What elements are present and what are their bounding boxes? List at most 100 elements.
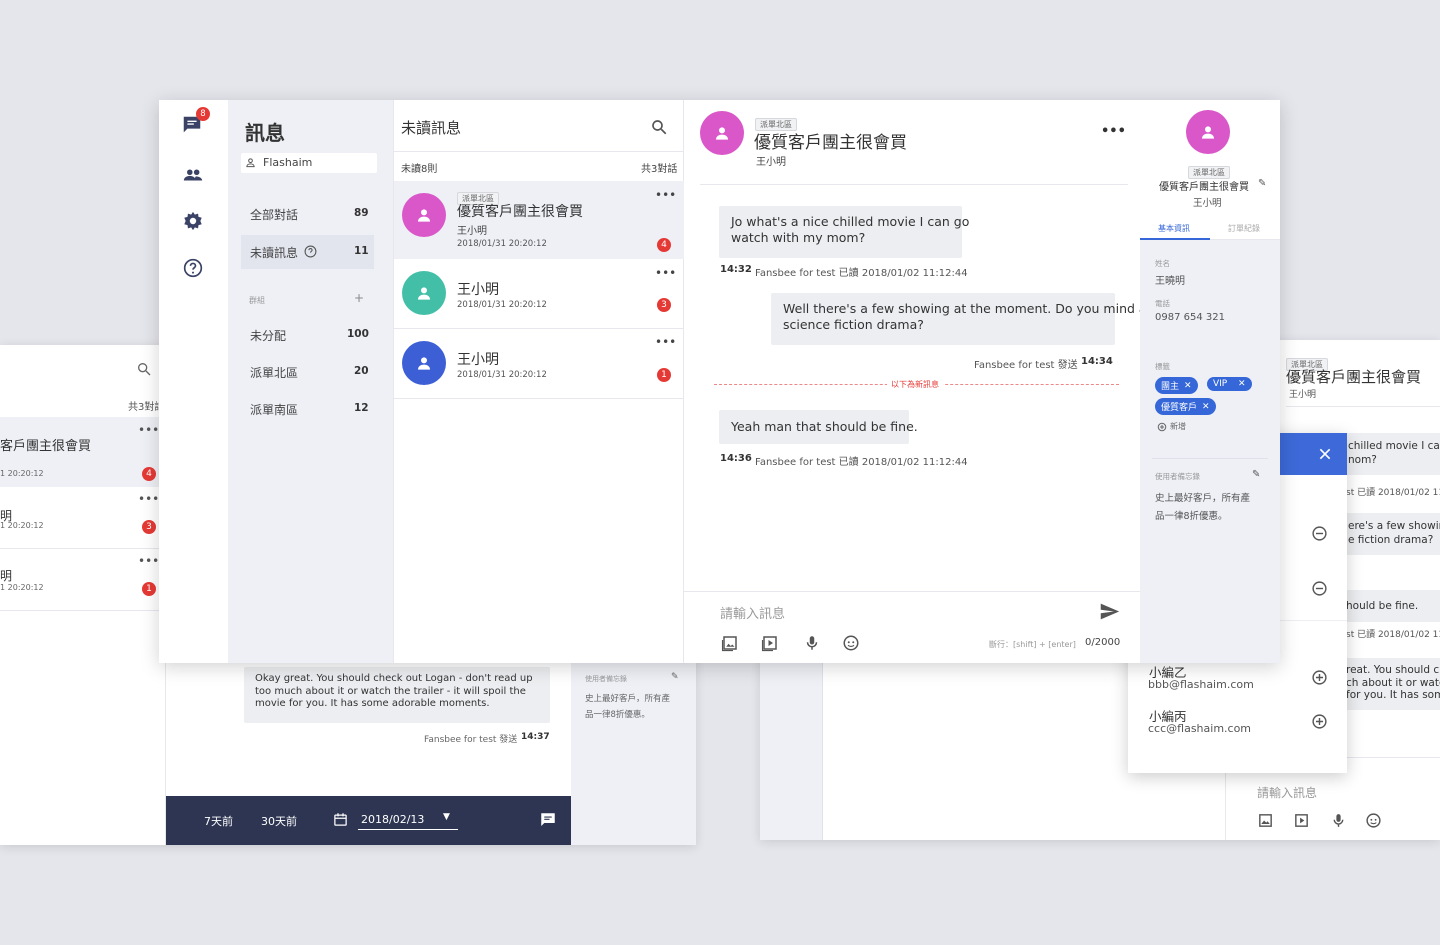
message-line: science fiction drama? <box>783 317 924 332</box>
bg-message-meta: st 已讀 2018/01/02 11 <box>1346 488 1440 498</box>
nav-item-all[interactable]: 全部對話 89 <box>241 195 374 231</box>
tag-chip-label: VIP <box>1213 379 1228 389</box>
tag-chip[interactable]: 優質客戶 ✕ <box>1155 398 1216 415</box>
search-icon[interactable] <box>650 118 668 136</box>
date-picker[interactable]: 2018/02/13 ▼ <box>358 810 458 830</box>
tag-chip[interactable]: 團主 ✕ <box>1155 377 1198 394</box>
help-icon[interactable] <box>183 258 203 278</box>
nav-panel: 訊息 Flashaim 全部對話 89 未讀訊息 11 群組 + 未分配 100… <box>228 100 393 663</box>
new-message-label: 以下為新訊息 <box>887 379 943 390</box>
close-icon[interactable]: ✕ <box>1184 381 1192 391</box>
remove-agent-icon[interactable] <box>1311 525 1328 542</box>
message-meta: Fansbee for test 已讀 2018/01/02 11:12:44 <box>755 268 968 279</box>
bg-item-time: 1 20:20:12 <box>0 583 44 592</box>
list-item-sub: 王小明 <box>457 226 487 237</box>
edit-icon[interactable]: ✎ <box>671 672 679 682</box>
nav-item-label: 派單北區 <box>250 366 299 380</box>
list-item-name: 優質客戶團主很會買 <box>457 204 583 220</box>
nav-group-unassigned[interactable]: 未分配 100 <box>241 320 374 350</box>
calendar-icon[interactable] <box>333 812 348 827</box>
more-icon[interactable]: ••• <box>655 335 676 349</box>
bg-message-input[interactable]: 請輸入訊息 <box>1257 784 1317 801</box>
nav-item-label: 未讀訊息 <box>250 246 299 260</box>
edit-icon[interactable]: ✎ <box>1258 178 1266 189</box>
bg-message-line: hould be fine. <box>1346 600 1419 612</box>
more-icon[interactable]: ••• <box>655 188 676 202</box>
list-item-time: 2018/01/31 20:20:12 <box>457 370 547 380</box>
info-sub: 王小明 <box>1193 198 1222 209</box>
chat-icon[interactable] <box>539 811 557 829</box>
gear-icon[interactable] <box>182 210 204 232</box>
bg-date-bar: 7天前 30天前 2018/02/13 ▼ <box>166 796 571 845</box>
bg-list-panel: 共3對話 客戶團主很會買 1 20:20:12 4 ••• ••• 明 1 20… <box>0 345 166 845</box>
customer-info-panel: 派單北區 優質客戶團主很會買 ✎ 王小明 基本資訊 訂單紀錄 姓名 王曉明 電話… <box>1140 100 1280 663</box>
bg-item-name: 明 <box>0 569 13 583</box>
video-icon[interactable] <box>1293 812 1310 829</box>
more-icon[interactable]: ••• <box>655 266 676 280</box>
list-item[interactable]: 王小明 2018/01/31 20:20:12 ••• 1 <box>394 329 685 397</box>
mic-icon[interactable] <box>1330 812 1347 829</box>
more-icon[interactable]: ••• <box>138 423 159 437</box>
sticker-icon[interactable] <box>842 634 860 652</box>
memo-line: 史上最好客戶，所有產 <box>1155 493 1251 504</box>
bg-item-time: 1 20:20:12 <box>0 469 44 478</box>
bg-message-bubble: ere's a few showing e fiction drama? <box>1336 513 1440 555</box>
user-icon <box>245 157 256 168</box>
more-icon[interactable]: ••• <box>138 554 159 568</box>
send-icon[interactable] <box>1099 601 1120 622</box>
field-label: 標籤 <box>1155 362 1170 371</box>
bg-memo-line: 品一律8折優惠。 <box>585 710 650 720</box>
more-icon[interactable]: ••• <box>1101 124 1126 139</box>
image-icon[interactable] <box>1257 812 1274 829</box>
edit-icon[interactable]: ✎ <box>1252 469 1260 480</box>
last-7-days-button[interactable]: 7天前 <box>204 813 233 829</box>
nav-group-north[interactable]: 派單北區 20 <box>241 357 374 387</box>
group-section-label: 群組 <box>249 296 265 305</box>
bg-message-line: reat. You should ch <box>1346 664 1440 676</box>
bg-chat-subtitle: 王小明 <box>1289 390 1317 400</box>
list-item[interactable]: 派單北區 優質客戶團主很會買 王小明 2018/01/31 20:20:12 •… <box>394 181 685 259</box>
list-item[interactable]: 王小明 2018/01/31 20:20:12 ••• 3 <box>394 260 685 328</box>
tab-basic-info[interactable]: 基本資訊 <box>1140 218 1210 240</box>
field-value: 王曉明 <box>1155 276 1185 287</box>
nav-group-south[interactable]: 派單南區 12 <box>241 394 374 424</box>
unread-summary: 未讀8則 <box>401 164 438 175</box>
video-icon[interactable] <box>761 634 779 652</box>
add-tag-button[interactable]: 新增 <box>1157 421 1186 432</box>
message-time: 14:34 <box>1081 356 1113 367</box>
avatar <box>402 271 446 315</box>
add-group-icon[interactable]: + <box>354 291 364 305</box>
list-item-name: 王小明 <box>457 352 499 368</box>
last-30-days-button[interactable]: 30天前 <box>261 813 297 829</box>
sticker-icon[interactable] <box>1365 812 1382 829</box>
memo-line: 品一律8折優惠。 <box>1155 511 1228 522</box>
message-meta: Fansbee for test 發送 <box>974 360 1078 371</box>
add-agent-icon[interactable] <box>1311 713 1328 730</box>
mic-icon[interactable] <box>803 634 821 652</box>
tag-chip[interactable]: VIP ✕ <box>1207 377 1252 391</box>
close-icon[interactable] <box>1317 446 1333 462</box>
more-icon[interactable]: ••• <box>138 492 159 506</box>
unread-badge: 3 <box>657 298 671 312</box>
bg-message-meta: Fansbee for test 發送 <box>424 735 518 745</box>
close-icon[interactable]: ✕ <box>1232 379 1246 389</box>
image-icon[interactable] <box>721 634 739 652</box>
people-icon[interactable] <box>182 164 204 186</box>
tab-order-history[interactable]: 訂單紀錄 <box>1210 218 1280 240</box>
bg-info-panel: 使用者備忘錄 ✎ 史上最好客戶，所有產 品一律8折優惠。 <box>571 655 696 845</box>
message-line: Jo what's a nice chilled movie I can go <box>731 214 970 229</box>
conversation-list: 未讀訊息 未讀8則 共3對話 派單北區 優質客戶團主很會買 王小明 2018/0… <box>393 100 685 663</box>
user-field[interactable]: Flashaim <box>241 153 377 173</box>
page-title: 訊息 <box>245 121 285 145</box>
message-input[interactable]: 請輸入訊息 <box>720 603 785 622</box>
nav-item-unread[interactable]: 未讀訊息 11 <box>241 235 374 269</box>
search-icon[interactable] <box>136 361 152 377</box>
agent-email: bbb@flashaim.com <box>1148 678 1254 691</box>
avatar <box>402 193 446 237</box>
remove-agent-icon[interactable] <box>1311 580 1328 597</box>
add-agent-icon[interactable] <box>1311 669 1328 686</box>
bg-message-line: movie for you. It has some adorable mome… <box>255 698 490 709</box>
close-icon[interactable]: ✕ <box>1202 402 1210 412</box>
bg-message-line: Okay great. You should check out Logan -… <box>255 673 533 684</box>
newline-hint: 斷行：[shift] + [enter] <box>989 640 1076 649</box>
